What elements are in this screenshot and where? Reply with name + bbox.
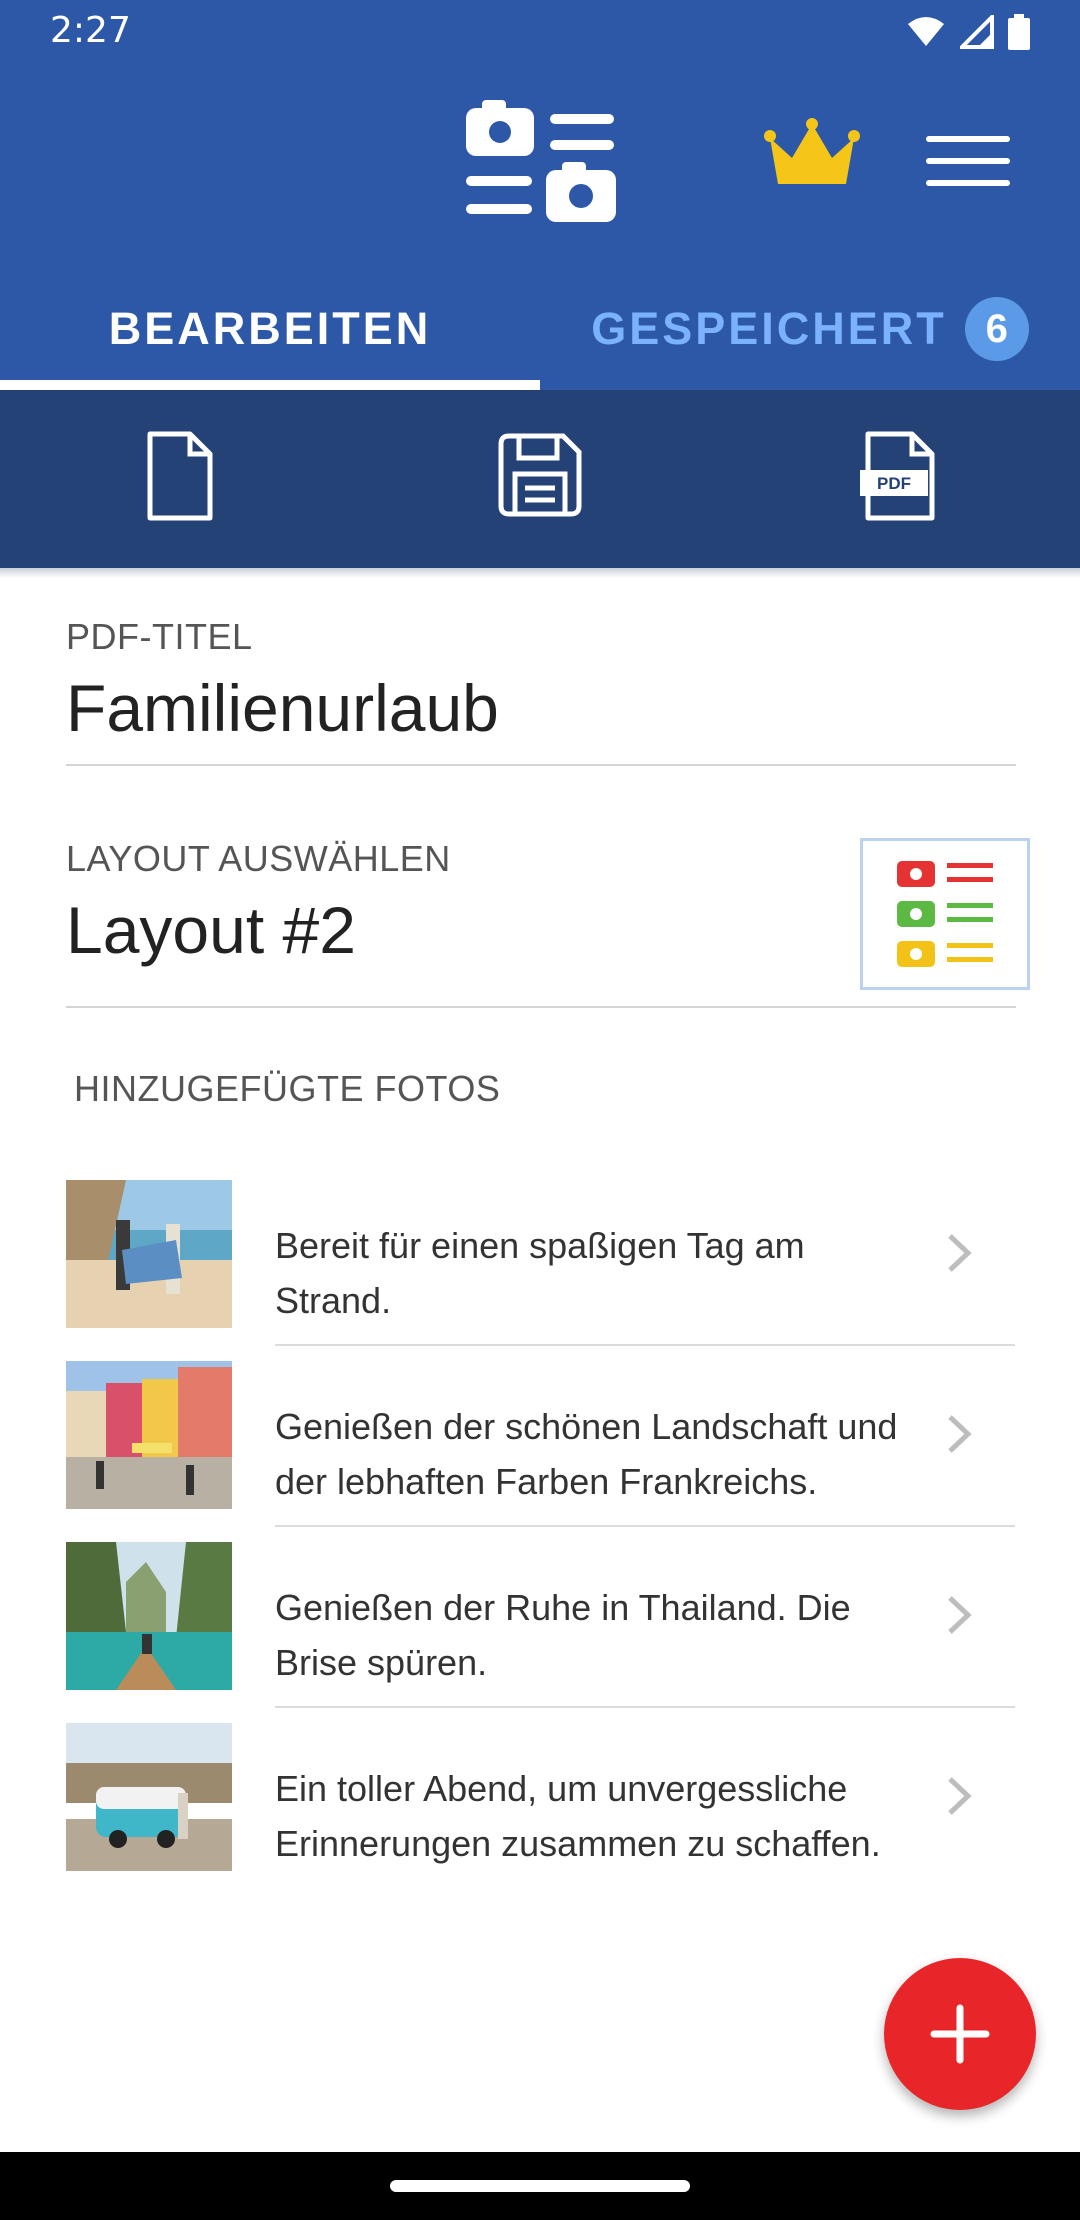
photos-section-label: HINZUGEFÜGTE FOTOS <box>74 1068 501 1109</box>
hamburger-menu-icon[interactable] <box>926 136 1010 202</box>
photo-list-item[interactable]: Genießen der Ruhe in Thailand. Die Brise… <box>0 1542 1080 1724</box>
chevron-right-icon <box>948 1777 972 1815</box>
app-bar: 2:27 BEARBEITEN GESPEICHERT 6 <box>0 0 1080 390</box>
photo-caption: Genießen der Ruhe in Thailand. Die Brise… <box>275 1587 851 1683</box>
photo-list-item[interactable]: Bereit für einen spaßigen Tag am Strand. <box>0 1180 1080 1362</box>
toolbar-shadow <box>0 568 1080 578</box>
layout-preview[interactable] <box>860 838 1030 990</box>
row-divider <box>275 1344 1015 1346</box>
photo-list-icon <box>466 100 616 222</box>
layout-divider <box>66 1006 1016 1008</box>
tab-indicator <box>0 380 540 390</box>
layout-value: Layout #2 <box>66 893 356 967</box>
photo-caption: Bereit für einen spaßigen Tag am Strand. <box>275 1225 805 1321</box>
chevron-right-icon <box>948 1234 972 1272</box>
row-divider <box>275 1525 1015 1527</box>
chevron-right-icon <box>948 1596 972 1634</box>
system-nav-bar <box>0 2152 1080 2220</box>
layout-label: LAYOUT AUSWÄHLEN <box>66 838 451 879</box>
pdf-icon[interactable]: PDF <box>860 430 940 522</box>
photo-list-item[interactable]: Genießen der schönen Landschaft und der … <box>0 1361 1080 1543</box>
layout-preview-icon <box>897 861 993 967</box>
home-gesture-handle[interactable] <box>390 2180 690 2192</box>
action-toolbar: PDF <box>0 390 1080 568</box>
tab-bearbeiten-label: BEARBEITEN <box>108 303 432 354</box>
photo-caption: Ein toller Abend, um unvergessliche Erin… <box>275 1768 881 1864</box>
plus-icon <box>930 2004 990 2064</box>
status-bar: 2:27 <box>0 0 1080 66</box>
status-time: 2:27 <box>50 10 131 51</box>
new-document-icon[interactable] <box>146 430 214 522</box>
wifi-icon <box>908 17 944 46</box>
tab-gespeichert-label: GESPEICHERT <box>591 303 947 354</box>
tab-bearbeiten[interactable]: BEARBEITEN <box>0 268 540 390</box>
svg-text:PDF: PDF <box>877 474 911 493</box>
saved-count-badge: 6 <box>964 297 1029 361</box>
save-icon[interactable] <box>495 430 585 520</box>
photo-list-item[interactable]: Ein toller Abend, um unvergessliche Erin… <box>0 1723 1080 1905</box>
photo-thumbnail-thailand <box>66 1542 232 1690</box>
photo-caption: Genießen der schönen Landschaft und der … <box>275 1406 898 1502</box>
photo-thumbnail-van <box>66 1723 232 1871</box>
add-photo-button[interactable] <box>884 1958 1036 2110</box>
pdf-title-label: PDF-TITEL <box>66 616 253 657</box>
photo-thumbnail-beach <box>66 1180 232 1328</box>
photo-thumbnail-france <box>66 1361 232 1509</box>
crown-icon[interactable] <box>764 118 860 190</box>
tab-gespeichert[interactable]: GESPEICHERT 6 <box>540 268 1080 390</box>
row-divider <box>275 1706 1015 1708</box>
pdf-title-input[interactable]: Familienurlaub <box>66 670 499 746</box>
battery-icon <box>1008 14 1030 50</box>
chevron-right-icon <box>948 1415 972 1453</box>
pdf-title-divider <box>66 764 1016 766</box>
tab-bar: BEARBEITEN GESPEICHERT 6 <box>0 268 1080 390</box>
cell-signal-icon <box>960 15 994 49</box>
status-icons <box>906 14 1030 50</box>
